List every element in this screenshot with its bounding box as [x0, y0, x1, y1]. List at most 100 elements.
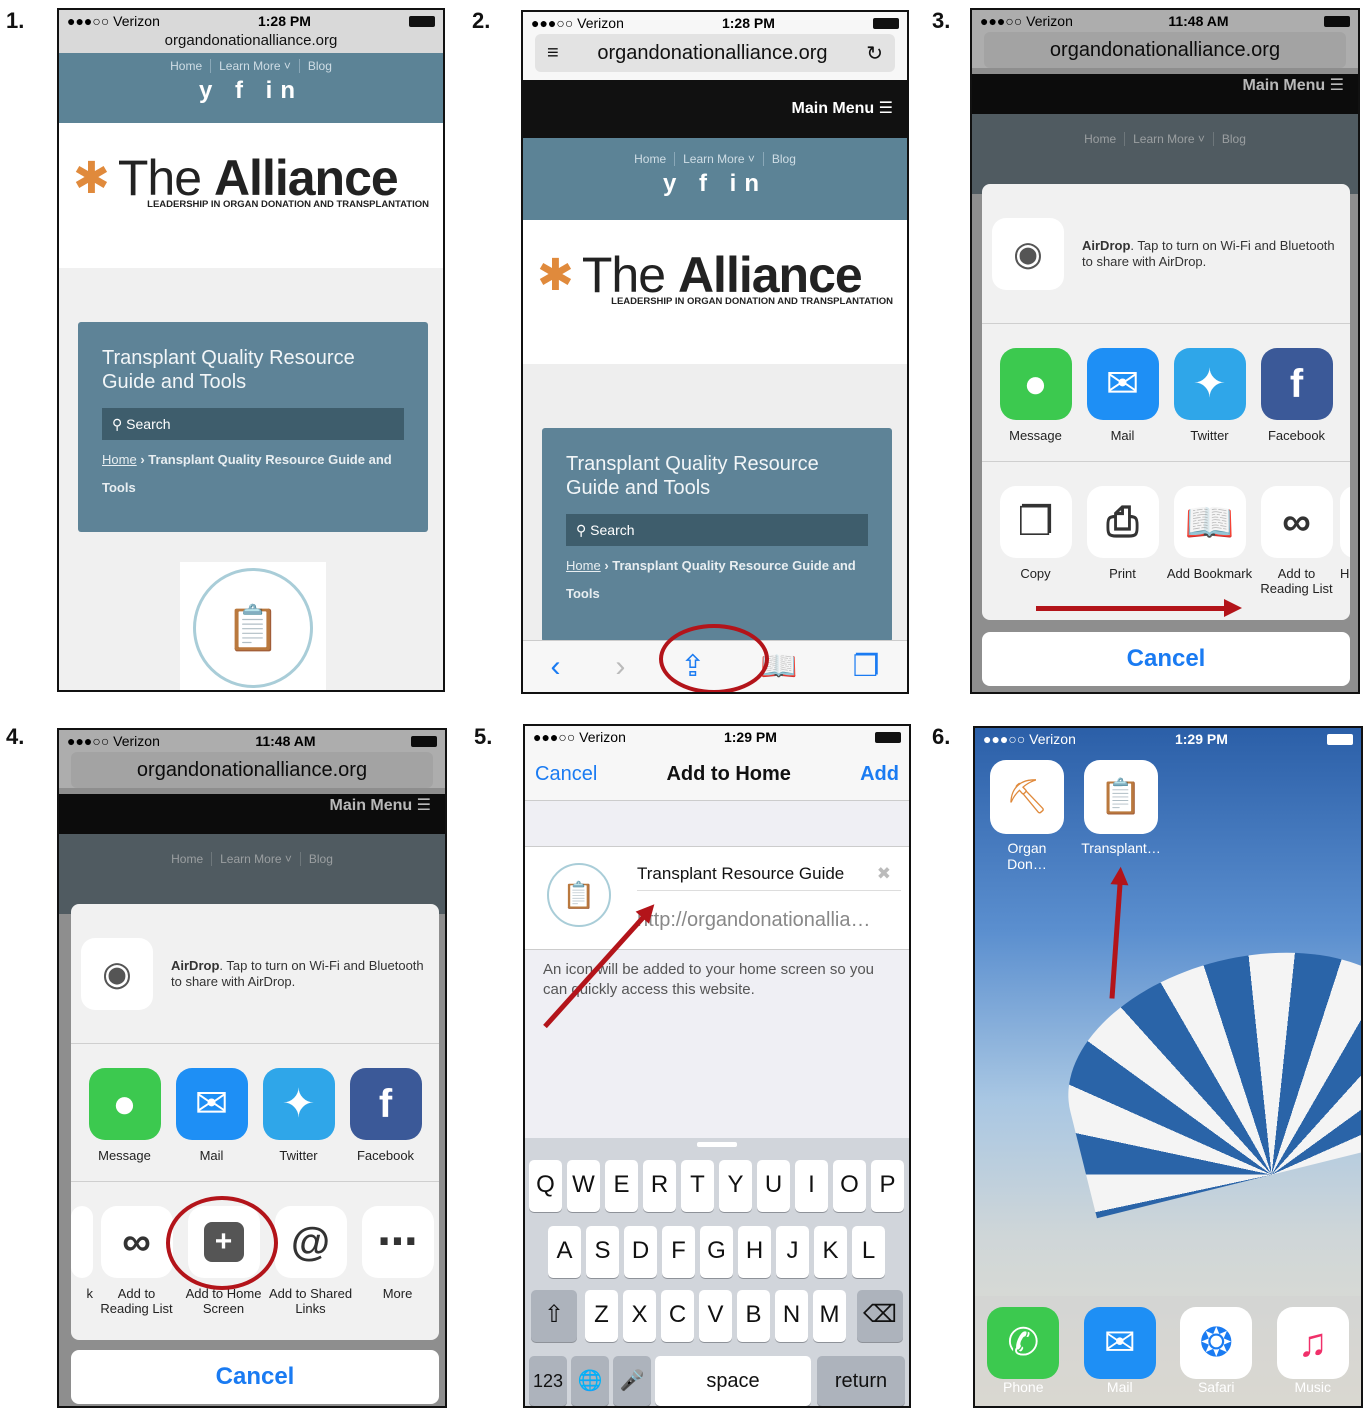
key-u[interactable]: U: [757, 1160, 790, 1212]
screenshot-step-2: ●●●○○ Verizon 1:28 PM ≡ organdonationallia…: [521, 10, 909, 694]
dock-mail[interactable]: ✉ Mail: [1083, 1307, 1156, 1395]
title-field[interactable]: Transplant Resource Guide ✖: [637, 857, 901, 891]
key-f[interactable]: F: [662, 1226, 695, 1278]
key-a[interactable]: A: [548, 1226, 581, 1278]
address-bar[interactable]: ≡ organdonationalliance.org ↻: [535, 34, 895, 72]
search-box[interactable]: ⚲ Search: [102, 408, 404, 440]
action-add-shared-links[interactable]: @ Add to Shared Links: [267, 1206, 354, 1316]
bookmark-icon: 📖: [1173, 486, 1246, 558]
cancel-button[interactable]: Cancel: [535, 763, 597, 786]
forward-icon[interactable]: ›: [615, 650, 625, 684]
action-copy[interactable]: ❐ Copy: [992, 486, 1079, 596]
share-app-facebook[interactable]: f Facebook: [342, 1068, 429, 1163]
share-app-message[interactable]: ● Message: [81, 1068, 168, 1163]
return-key[interactable]: return: [817, 1356, 905, 1406]
nav-link-learn-more[interactable]: Learn More ˅: [675, 152, 764, 166]
key-n[interactable]: N: [775, 1290, 808, 1342]
url-text[interactable]: organdonationalliance.org: [59, 32, 443, 53]
cancel-button[interactable]: Cancel: [982, 632, 1350, 686]
key-z[interactable]: Z: [585, 1290, 618, 1342]
key-o[interactable]: O: [833, 1160, 866, 1212]
action-add-reading-list[interactable]: ∞ Add to Reading List: [1253, 486, 1340, 596]
dock-music[interactable]: ♫ Music: [1276, 1307, 1349, 1395]
action-more[interactable]: ⋯ More: [354, 1206, 439, 1316]
main-menu-bar: Main Menu ☰: [59, 794, 445, 834]
nav-link-home[interactable]: Home: [626, 152, 676, 166]
key-e[interactable]: E: [605, 1160, 638, 1212]
key-i[interactable]: I: [795, 1160, 828, 1212]
url-text: organdonationalliance.org: [597, 41, 828, 64]
address-bar[interactable]: organdonationalliance.org: [71, 752, 433, 788]
action-add-bookmark[interactable]: 📖 Add Bookmark: [1166, 486, 1253, 596]
delete-key[interactable]: ⌫: [857, 1290, 903, 1342]
key-y[interactable]: Y: [719, 1160, 752, 1212]
clock: 11:48 AM: [255, 733, 316, 749]
action-partial[interactable]: k: [71, 1206, 93, 1316]
share-app-twitter[interactable]: ✦ Twitter: [255, 1068, 342, 1163]
cancel-button[interactable]: Cancel: [71, 1350, 439, 1404]
breadcrumb-home[interactable]: Home: [566, 558, 601, 573]
message-icon: ●: [88, 1068, 161, 1140]
key-h[interactable]: H: [738, 1226, 771, 1278]
share-app-message[interactable]: ● Message: [992, 348, 1079, 443]
key-s[interactable]: S: [586, 1226, 619, 1278]
address-bar[interactable]: organdonationalliance.org: [984, 32, 1346, 68]
share-app-facebook[interactable]: f Facebook: [1253, 348, 1340, 443]
nav-link-learn-more[interactable]: Learn More ˅: [211, 59, 300, 73]
key-x[interactable]: X: [623, 1290, 656, 1342]
reload-icon[interactable]: ↻: [866, 41, 883, 66]
key-g[interactable]: G: [700, 1226, 733, 1278]
alliance-logo-icon: ✱: [73, 153, 110, 203]
space-key[interactable]: space: [655, 1356, 811, 1406]
key-d[interactable]: D: [624, 1226, 657, 1278]
share-app-twitter[interactable]: ✦ Twitter: [1166, 348, 1253, 443]
key-l[interactable]: L: [852, 1226, 885, 1278]
numbers-key[interactable]: 123: [529, 1356, 567, 1406]
nav-link-home[interactable]: Home: [162, 59, 212, 73]
site-nav: Home Learn More ˅ Blog y f in: [523, 138, 907, 220]
microphone-key[interactable]: 🎤: [613, 1356, 651, 1406]
key-w[interactable]: W: [567, 1160, 600, 1212]
carrier: ●●●○○ Verizon: [67, 733, 160, 749]
share-app-mail[interactable]: ✉ Mail: [168, 1068, 255, 1163]
battery-icon: [1326, 733, 1353, 745]
key-p[interactable]: P: [871, 1160, 904, 1212]
key-r[interactable]: R: [643, 1160, 676, 1212]
resource-guide-image: 📋: [180, 562, 326, 690]
tabs-icon[interactable]: ❐: [853, 649, 880, 684]
key-t[interactable]: T: [681, 1160, 714, 1212]
main-menu-bar[interactable]: Main Menu ☰: [523, 80, 907, 138]
airdrop-row[interactable]: ◉ AirDrop. Tap to turn on Wi-Fi and Blue…: [982, 184, 1350, 324]
copy-icon: ❐: [999, 486, 1072, 558]
action-partial[interactable]: Ho: [1340, 486, 1350, 596]
key-b[interactable]: B: [737, 1290, 770, 1342]
key-v[interactable]: V: [699, 1290, 732, 1342]
key-m[interactable]: M: [813, 1290, 846, 1342]
reader-icon[interactable]: ≡: [547, 42, 559, 65]
search-box[interactable]: ⚲ Search: [566, 514, 868, 546]
home-icon-transplant[interactable]: 📋 Transplant…: [1081, 760, 1161, 856]
dock-safari[interactable]: ❂ Safari: [1180, 1307, 1253, 1395]
add-button[interactable]: Add: [860, 763, 899, 786]
home-icon-organ-donation[interactable]: ⛏ Organ Don…: [987, 760, 1067, 872]
nav-link-blog[interactable]: Blog: [300, 59, 340, 73]
nav-link-blog[interactable]: Blog: [764, 152, 804, 166]
social-icons[interactable]: y f in: [523, 166, 907, 202]
key-j[interactable]: J: [776, 1226, 809, 1278]
umbrella-image: [1043, 917, 1361, 1219]
back-icon[interactable]: ‹: [550, 650, 560, 684]
key-k[interactable]: K: [814, 1226, 847, 1278]
globe-key[interactable]: 🌐: [571, 1356, 609, 1406]
key-c[interactable]: C: [661, 1290, 694, 1342]
airdrop-row[interactable]: ◉ AirDrop. Tap to turn on Wi-Fi and Blue…: [71, 904, 439, 1044]
action-add-reading-list[interactable]: ∞ Add to Reading List: [93, 1206, 180, 1316]
shift-key[interactable]: ⇧: [531, 1290, 577, 1342]
dock-phone[interactable]: ✆ Phone: [987, 1307, 1060, 1395]
breadcrumb-home[interactable]: Home: [102, 452, 137, 467]
social-icons[interactable]: y f in: [59, 73, 443, 109]
clear-icon[interactable]: ✖: [877, 864, 891, 884]
key-q[interactable]: Q: [529, 1160, 562, 1212]
share-app-mail[interactable]: ✉ Mail: [1079, 348, 1166, 443]
action-print[interactable]: ⎙ Print: [1079, 486, 1166, 596]
step-number-5: 5.: [474, 724, 493, 749]
